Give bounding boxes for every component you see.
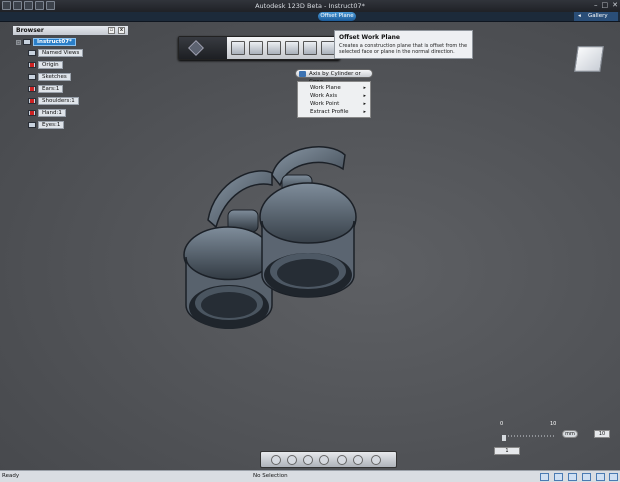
app-logo-icon[interactable] [188,40,204,56]
component-icon [28,110,36,116]
submenu-arrow-icon: ▸ [363,109,366,115]
tree-item-hand[interactable]: Hand:1 [28,109,66,117]
tree-item-label: Named Views [38,49,84,57]
tree-item-shoulders[interactable]: Shoulders:1 [28,97,79,105]
unit-value-field[interactable]: 10 [594,430,610,438]
tree-item-origin[interactable]: Origin [28,61,63,69]
menu-item-label: Work Plane [310,85,341,91]
back-figure [183,170,273,329]
tree-root[interactable]: – Instruct07* [16,38,76,46]
active-tool-tab[interactable]: Offset Plane [318,12,356,21]
close-icon[interactable]: ✕ [612,1,618,10]
pattern-icon[interactable] [303,41,317,55]
tooltip-title: Offset Work Plane [339,34,400,41]
viewcube-face-icon[interactable] [574,46,604,72]
status-text: Ready [2,473,20,479]
assembly-icon [23,39,31,45]
submenu-arrow-icon: ▸ [363,93,366,99]
menu-item-label: Extract Profile [310,109,349,115]
fullscreen-icon[interactable] [609,473,618,481]
pan-icon[interactable] [287,455,297,465]
collapse-icon[interactable]: – [16,39,21,45]
window-title: Autodesk 123D Beta - Instruct07* [255,2,365,10]
snap-icon[interactable] [540,473,549,481]
tree-item-label: Shoulders:1 [38,97,79,105]
work-axis-icon [299,71,306,77]
scale-slider-handle[interactable] [502,435,506,441]
menu-item-extract-profile[interactable]: Extract Profile ▸ [298,108,370,116]
tree-item-named-views[interactable]: Named Views [28,49,84,57]
grid-toggle-icon[interactable] [554,473,563,481]
pin-icon[interactable]: ▫ [108,27,115,34]
component-icon [28,98,36,104]
zoom-icon[interactable] [303,455,313,465]
front-figure [259,146,357,298]
views-icon [28,50,36,56]
status-bar: Ready No Selection [0,470,620,482]
3d-model[interactable] [180,135,360,340]
chevron-left-icon: ◂ [578,13,581,19]
unit-scale-control: 0 10 mm 10 1 [494,421,620,459]
gallery-button[interactable]: ◂ Gallery [574,12,618,21]
tooltip-description: Creates a construction plane that is off… [339,43,468,55]
maximize-icon[interactable]: □ [602,1,609,10]
menu-item-label: Work Axis [310,93,338,99]
pen-icon[interactable] [231,41,245,55]
visibility-icon[interactable] [371,455,381,465]
tree-item-label: Ears:1 [38,85,64,93]
tree-item-label: Origin [38,61,63,69]
tree-item-label: Hand:1 [38,109,66,117]
tree-item-eyes[interactable]: Eyes:1 [28,121,65,129]
construct-icon[interactable] [267,41,281,55]
work-plane-icon[interactable] [321,41,335,55]
scale-min-label: 0 [500,421,504,427]
gallery-label: Gallery [588,13,608,19]
browser-header: Browser ▫ x [13,26,128,35]
axis-by-cylinder-button[interactable]: Axis by Cylinder or Cone [295,69,373,85]
tree-item-ears[interactable]: Ears:1 [28,85,64,93]
close-icon[interactable]: x [118,27,125,34]
ribbon-strip [0,12,620,22]
modify-icon[interactable] [285,41,299,55]
browser-panel: Browser ▫ x – Instruct07* Named Views Or… [13,26,128,136]
box-primitive-icon[interactable] [249,41,263,55]
origin-icon [28,62,36,68]
menu-item-work-axis[interactable]: Work Axis ▸ [298,92,370,100]
title-bar: Autodesk 123D Beta - Instruct07* – □ ✕ [0,0,620,12]
sketch-icon [28,74,36,80]
shadows-icon[interactable] [568,473,577,481]
display-mode-icon[interactable] [353,455,363,465]
window-controls: – □ ✕ [594,1,618,10]
tree-root-label: Instruct07* [33,38,76,46]
fit-icon[interactable] [319,455,329,465]
menu-item-work-point[interactable]: Work Point ▸ [298,100,370,108]
settings-icon[interactable] [596,473,605,481]
component-icon [28,122,36,128]
tree-item-label: Sketches [38,73,71,81]
menu-item-work-plane[interactable]: Work Plane ▸ [298,84,370,92]
construct-menu: Work Plane ▸ Work Axis ▸ Work Point ▸ Extra… [297,81,371,118]
orbit-icon[interactable] [271,455,281,465]
browser-title: Browser [16,27,44,34]
submenu-arrow-icon: ▸ [363,101,366,107]
tree-item-sketches[interactable]: Sketches [28,73,71,81]
tree-item-label: Eyes:1 [38,121,65,129]
menu-item-label: Work Point [310,101,340,107]
submenu-arrow-icon: ▸ [363,85,366,91]
toolbar-logo-area [179,37,227,59]
scale-max-label: 10 [550,421,557,427]
viewcube[interactable] [572,42,606,78]
view-grid-icon[interactable] [337,455,347,465]
minimize-icon[interactable]: – [594,1,598,10]
materials-icon[interactable] [582,473,591,481]
scale-value-field[interactable]: 1 [494,447,520,455]
component-icon [28,86,36,92]
navigation-bar [260,451,397,468]
main-toolbar [178,36,340,60]
selection-status: No Selection [253,473,288,479]
tooltip: Offset Work Plane Creates a construction… [334,30,473,59]
unit-button[interactable]: mm [562,430,578,438]
